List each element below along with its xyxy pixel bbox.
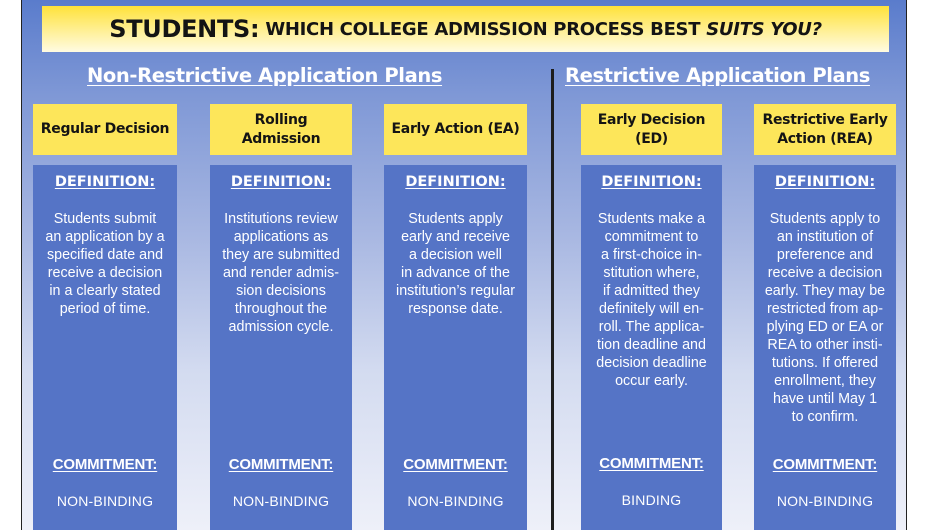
definition-text: Students make a commitment to a first-ch… [596, 211, 707, 389]
plan-name: Regular Decision [40, 121, 170, 137]
plan-card-rolling-admission: DEFINITION: Institutions review applicat… [210, 165, 352, 530]
commitment-heading: COMMITMENT: [772, 456, 878, 473]
commitment-value: NON-BINDING [56, 493, 154, 509]
plan-name: Early Decision (ED) [597, 111, 706, 147]
plan-header-early-decision: Early Decision (ED) [581, 104, 722, 155]
commitment-value: BINDING [621, 492, 682, 508]
plan-card-regular-decision: DEFINITION: Students submit an applicati… [33, 165, 177, 530]
plan-header-early-action: Early Action (EA) [384, 104, 527, 155]
definition-heading: DEFINITION: [774, 174, 876, 190]
definition-text: Students apply to an institution of pref… [764, 211, 886, 425]
definition-heading: DEFINITION: [601, 174, 702, 190]
definition-text: Institutions review applications as they… [222, 211, 340, 335]
commitment-heading: COMMITMENT: [403, 456, 508, 473]
commitment-value: NON-BINDING [776, 493, 874, 509]
non-restrictive-section-title: Non-Restrictive Application Plans [87, 64, 443, 87]
admission-plans-poster: STUDENTS: WHICH COLLEGE ADMISSION PROCES… [21, 0, 907, 530]
restrictive-section-title: Restrictive Application Plans [565, 64, 870, 87]
definition-heading: DEFINITION: [405, 174, 506, 190]
definition-text: Students submit an application by a spec… [45, 211, 165, 317]
banner-title-students: STUDENTS: [109, 15, 260, 43]
section-divider [551, 69, 554, 530]
commitment-heading: COMMITMENT: [228, 456, 334, 473]
plan-card-restrictive-early-action: DEFINITION: Students apply to an institu… [754, 165, 896, 530]
commitment-value: NON-BINDING [407, 493, 504, 509]
commitment-heading: COMMITMENT: [52, 456, 158, 473]
definition-heading: DEFINITION: [230, 174, 332, 190]
banner-title-question: WHICH COLLEGE ADMISSION PROCESS BEST [265, 18, 701, 40]
commitment-value: NON-BINDING [232, 493, 330, 509]
plan-header-restrictive-early-action: Restrictive Early Action (REA) [754, 104, 896, 155]
plan-header-rolling-admission: Rolling Admission [210, 104, 352, 155]
plan-card-early-decision: DEFINITION: Students make a commitment t… [581, 165, 722, 530]
title-banner: STUDENTS: WHICH COLLEGE ADMISSION PROCES… [42, 6, 889, 52]
plan-header-regular-decision: Regular Decision [33, 104, 177, 155]
plan-card-early-action: DEFINITION: Students apply early and rec… [384, 165, 527, 530]
definition-heading: DEFINITION: [54, 174, 156, 190]
banner-title-suits-you: SUITS YOU? [706, 18, 822, 40]
commitment-heading: COMMITMENT: [599, 455, 704, 472]
definition-text: Students apply early and receive a decis… [396, 211, 515, 317]
plan-name: Early Action (EA) [391, 121, 520, 137]
plan-name: Rolling Admission [241, 111, 321, 147]
plan-name: Restrictive Early Action (REA) [762, 111, 888, 147]
